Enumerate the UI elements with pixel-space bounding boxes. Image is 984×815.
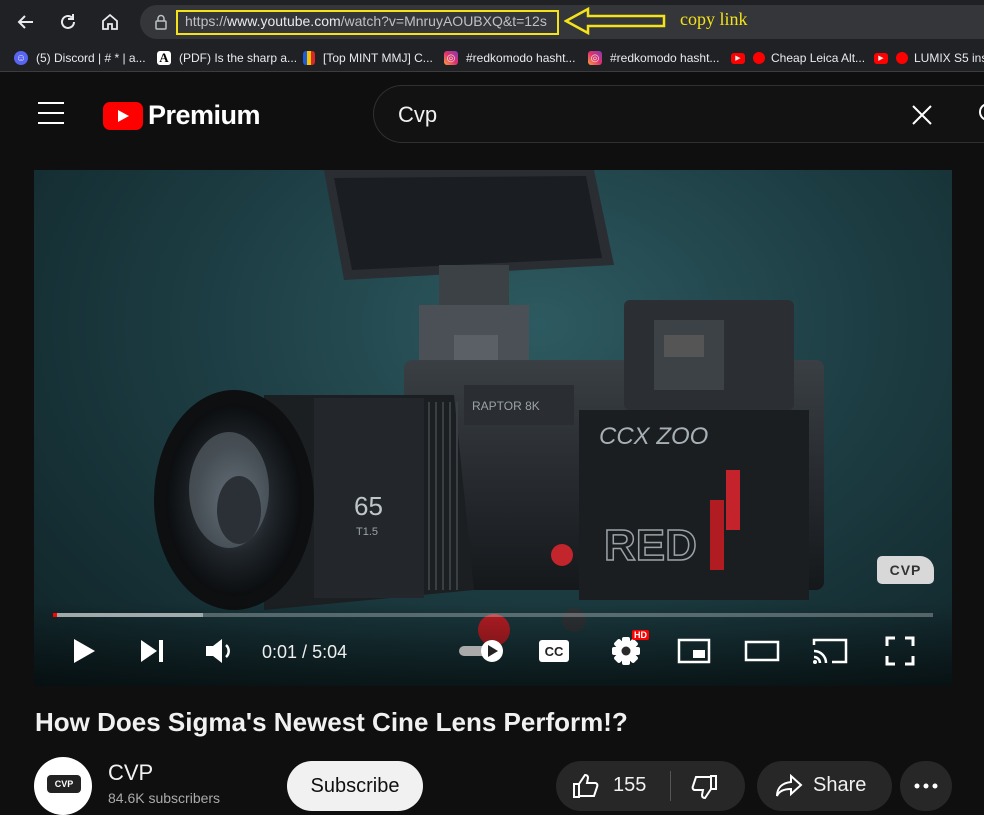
youtube-icon: ▶ (731, 52, 745, 64)
lock-icon (155, 14, 167, 30)
time-separator: / (297, 642, 313, 662)
channel-name[interactable]: CVP (108, 760, 153, 786)
svg-text:CC: CC (545, 644, 564, 659)
progress-bar[interactable] (53, 613, 933, 617)
subscribe-button[interactable]: Subscribe (287, 761, 423, 811)
bookmark-leica[interactable]: ▶ Cheap Leica Alt... (731, 49, 865, 67)
url-domain: www.youtube.com (227, 13, 341, 29)
time-display: 0:01 / 5:04 (262, 642, 347, 663)
annotation-arrow-icon (564, 6, 666, 36)
share-button[interactable]: Share (757, 761, 892, 811)
discord-icon: ☺ (14, 51, 28, 65)
bookmark-label: (PDF) Is the sharp a... (179, 51, 298, 65)
next-button[interactable] (134, 634, 170, 668)
autoplay-toggle[interactable] (456, 634, 508, 668)
search-input[interactable]: Cvp (373, 85, 984, 143)
svg-text:T1.5: T1.5 (356, 526, 378, 538)
avatar-label: CVP (47, 775, 81, 793)
more-actions-button[interactable] (900, 761, 952, 811)
url-text[interactable]: https://www.youtube.com/watch?v=MnruyAOU… (185, 13, 547, 29)
player-controls: 0:01 / 5:04 CC HD (34, 602, 952, 686)
bookmark-label: Cheap Leica Alt... (771, 51, 866, 65)
flag-icon (303, 51, 315, 65)
url-scheme: https:// (185, 13, 228, 29)
back-button[interactable] (12, 8, 40, 36)
url-path: /watch?v=MnruyAOUBXQ&t=12s (340, 13, 547, 29)
more-horizontal-icon (914, 783, 938, 789)
subscriber-count: 84.6K subscribers (108, 790, 221, 806)
closed-captions-icon: CC (539, 640, 569, 662)
home-icon (102, 13, 118, 30)
miniplayer-icon (677, 638, 711, 664)
captions-button[interactable]: CC (536, 634, 572, 668)
youtube-play-icon (103, 101, 143, 130)
copy-link-annotation: copy link (680, 9, 748, 29)
progress-played (53, 613, 58, 617)
bookmark-label: [Top MINT MMJ] C... (323, 51, 433, 65)
miniplayer-button[interactable] (674, 634, 714, 668)
channel-avatar[interactable]: CVP (34, 757, 92, 815)
svg-text:RED: RED (604, 521, 697, 570)
browser-toolbar: https://www.youtube.com/watch?v=MnruyAOU… (0, 0, 984, 44)
bookmark-instagram-1[interactable]: ◎ #redkomodo hasht... (444, 49, 575, 67)
red-dot-icon (753, 52, 765, 64)
volume-icon (206, 639, 230, 663)
channel-watermark[interactable]: CVP (877, 556, 934, 584)
video-player[interactable]: CCX ZOO RED RAPTOR 8K 65 T1.5 CVP 0:01 /… (34, 170, 952, 686)
instagram-icon: ◎ (444, 51, 458, 65)
reload-icon (61, 14, 75, 29)
back-arrow-icon (17, 15, 33, 29)
skip-next-icon (141, 640, 163, 662)
thumbs-down-icon[interactable] (690, 774, 718, 800)
progress-buffered (53, 613, 203, 617)
bookmark-label: #redkomodo hasht... (610, 51, 720, 65)
fullscreen-button[interactable] (882, 634, 918, 668)
reload-button[interactable] (54, 8, 82, 36)
time-total: 5:04 (312, 642, 348, 662)
bookmarks-bar: ☺ (5) Discord | # * | a... A (PDF) Is the … (0, 44, 984, 72)
brand-label: Premium (148, 100, 261, 130)
play-icon (74, 639, 95, 663)
instagram-icon: ◎ (588, 51, 602, 65)
video-title: How Does Sigma's Newest Cine Lens Perfor… (35, 707, 628, 737)
play-button[interactable] (68, 634, 100, 668)
theater-mode-icon (744, 640, 780, 662)
share-icon (776, 774, 803, 797)
cast-button[interactable] (810, 634, 850, 668)
hd-badge: HD (632, 630, 649, 640)
home-button[interactable] (96, 8, 124, 36)
search-query: Cvp (398, 102, 438, 127)
svg-text:65: 65 (354, 491, 383, 521)
bookmark-label: #redkomodo hasht... (466, 51, 576, 65)
menu-icon[interactable] (38, 102, 64, 124)
theater-mode-button[interactable] (742, 634, 782, 668)
fullscreen-icon (885, 636, 915, 666)
thumbs-up-icon[interactable] (572, 773, 600, 799)
bookmark-lumix[interactable]: ▶ LUMIX S5 inst (874, 49, 984, 67)
youtube-premium-logo[interactable]: Premium (103, 100, 261, 131)
bookmark-academia[interactable]: A (PDF) Is the sharp a... (157, 49, 297, 67)
time-current: 0:01 (262, 642, 298, 662)
svg-text:RAPTOR 8K: RAPTOR 8K (472, 399, 540, 413)
mute-button[interactable] (202, 634, 238, 668)
svg-text:CCX ZOO: CCX ZOO (599, 423, 708, 450)
academia-icon: A (157, 50, 171, 65)
bookmark-mmj[interactable]: [Top MINT MMJ] C... (303, 49, 433, 67)
like-divider (670, 771, 671, 801)
bookmark-instagram-2[interactable]: ◎ #redkomodo hasht... (588, 49, 719, 67)
like-dislike-group: 155 (556, 761, 745, 811)
red-dot-icon (896, 52, 908, 64)
like-count[interactable]: 155 (613, 774, 646, 797)
cast-icon (812, 638, 848, 664)
search-icon[interactable] (974, 100, 984, 130)
youtube-header: Premium Cvp (0, 72, 984, 158)
bookmark-label: (5) Discord | # * | a... (36, 51, 146, 65)
autoplay-toggle-icon (459, 640, 503, 662)
close-icon[interactable] (910, 103, 934, 127)
share-label: Share (813, 774, 867, 796)
youtube-icon: ▶ (874, 52, 888, 64)
bookmark-label: LUMIX S5 inst (914, 51, 984, 65)
bookmark-discord[interactable]: ☺ (5) Discord | # * | a... (14, 49, 146, 67)
settings-button[interactable]: HD (606, 630, 649, 668)
